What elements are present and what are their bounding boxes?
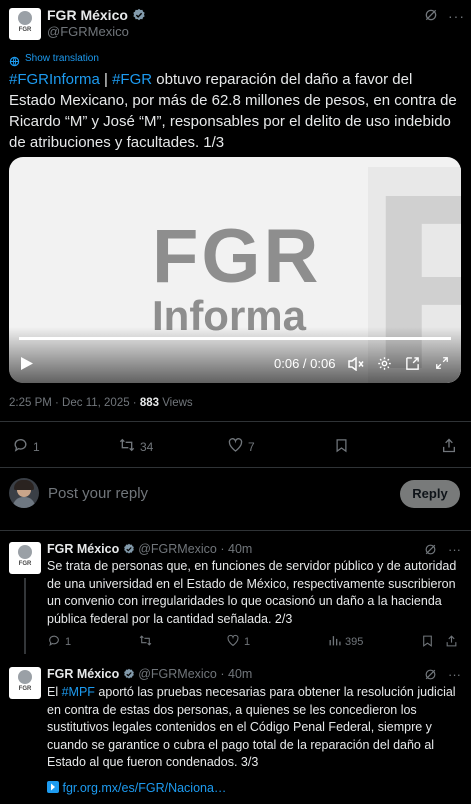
avatar[interactable]: FGR	[9, 8, 41, 40]
repost-button[interactable]: 34	[118, 437, 153, 456]
link-arrow-icon	[47, 781, 59, 793]
handle-time[interactable]: @FGRMexico · 40m	[138, 667, 252, 681]
video-time: 0:06 / 0:06	[274, 356, 336, 371]
tweet-meta: 2:25 PM · Dec 11, 2025 · 883 Views	[9, 397, 193, 409]
tweet-text: #FGRInforma | #FGR obtuvo reparación del…	[9, 71, 457, 151]
repost-button[interactable]	[138, 634, 157, 650]
tweet-timestamp[interactable]: 2:25 PM · Dec 11, 2025 ·	[9, 397, 140, 409]
hashtag-mpf[interactable]: #MPF	[62, 685, 95, 699]
share-icon[interactable]	[445, 634, 458, 653]
like-button[interactable]: 7	[227, 437, 255, 456]
show-translation-link[interactable]: Show translation	[25, 53, 99, 64]
reply-input[interactable]: Post your reply	[48, 485, 148, 502]
handle-time[interactable]: @FGRMexico · 40m	[138, 542, 252, 556]
fullscreen-icon[interactable]	[435, 356, 449, 375]
reply-button[interactable]: 1	[12, 437, 40, 456]
reply-count: 1	[33, 439, 40, 454]
seal-icon	[18, 11, 32, 25]
reply-text: Se trata de personas que, en funciones d…	[47, 559, 457, 626]
repost-icon	[118, 437, 136, 456]
divider	[0, 530, 471, 531]
more-options-icon[interactable]: ···	[448, 667, 461, 682]
hashtag-fgrinforma[interactable]: #FGRInforma	[9, 71, 100, 88]
mute-icon[interactable]	[348, 356, 364, 376]
like-count: 7	[248, 439, 255, 454]
bookmark-icon[interactable]	[421, 634, 434, 653]
repost-count: 34	[140, 439, 154, 454]
grok-icon[interactable]	[424, 8, 438, 27]
author-name[interactable]: FGR México	[47, 667, 119, 681]
more-options-icon[interactable]: ···	[448, 8, 465, 24]
video-progress-fill	[19, 337, 451, 340]
reply-text: El #MPF aportó las pruebas necesarias pa…	[47, 685, 456, 769]
reply-submit-button[interactable]: Reply	[400, 480, 460, 508]
analytics-icon	[328, 634, 341, 650]
reply-button[interactable]: 1	[47, 634, 71, 650]
author-name[interactable]: FGR México	[47, 542, 119, 556]
avatar[interactable]: FGR	[9, 667, 41, 699]
seal-icon	[18, 545, 32, 559]
divider	[0, 421, 471, 422]
play-icon[interactable]	[20, 356, 34, 376]
bookmark-icon[interactable]	[334, 437, 349, 459]
pip-icon[interactable]	[405, 356, 420, 376]
repost-icon	[138, 634, 153, 650]
share-icon[interactable]	[441, 437, 457, 459]
hashtag-fgr[interactable]: #FGR	[112, 71, 152, 88]
user-avatar[interactable]	[9, 478, 39, 508]
author-name[interactable]: FGR México	[47, 7, 128, 23]
avatar[interactable]: FGR	[9, 542, 41, 574]
reply-header: FGR México @FGRMexico · 40m	[47, 667, 252, 683]
reply-icon	[47, 634, 61, 650]
views-count: 883	[139, 397, 160, 409]
video-player[interactable]: F FGR Informa 0:06 / 0:06	[9, 157, 461, 383]
views-button[interactable]: 395	[328, 634, 363, 650]
heart-icon	[226, 634, 240, 650]
views-count: 395	[345, 636, 364, 648]
heart-icon	[227, 437, 244, 456]
like-button[interactable]: 1	[226, 634, 250, 650]
verified-badge-icon	[132, 8, 146, 27]
reply-icon	[12, 437, 29, 456]
verified-badge-icon	[123, 668, 135, 683]
reply-count: 1	[65, 636, 72, 648]
video-progress-track[interactable]	[19, 337, 451, 340]
settings-icon[interactable]	[377, 356, 392, 376]
external-link[interactable]: fgr.org.mx/es/FGR/Naciona…	[47, 781, 226, 795]
thread-line	[24, 578, 26, 654]
seal-icon	[18, 670, 32, 684]
like-count: 1	[244, 636, 251, 648]
reply-header: FGR México @FGRMexico · 40m	[47, 542, 252, 558]
author-handle[interactable]: @FGRMexico	[47, 24, 129, 39]
link-text[interactable]: fgr.org.mx/es/FGR/Naciona…	[62, 781, 226, 795]
video-title-line1: FGR	[152, 214, 322, 299]
divider	[0, 467, 471, 468]
more-options-icon[interactable]: ···	[448, 542, 461, 557]
verified-badge-icon	[123, 543, 135, 558]
